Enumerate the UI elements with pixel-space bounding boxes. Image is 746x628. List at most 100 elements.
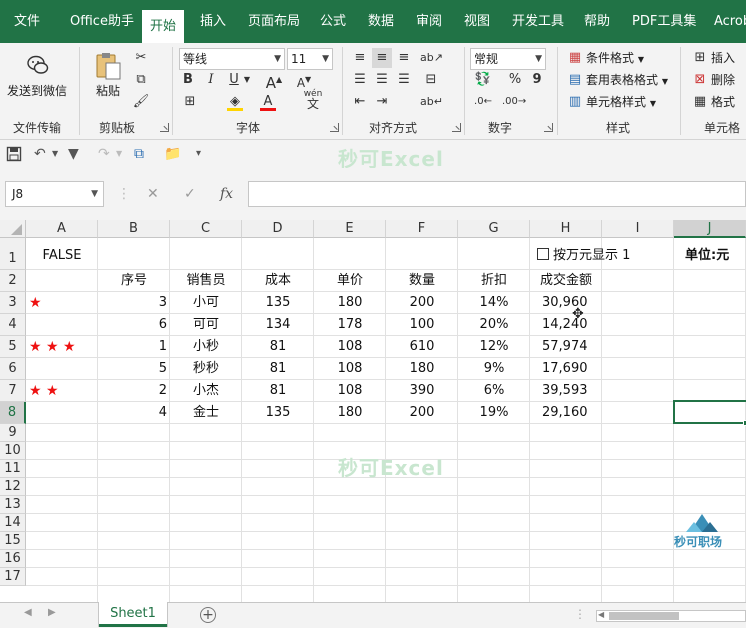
row-header-10[interactable]: 10	[0, 442, 26, 460]
add-sheet-icon[interactable]: +	[200, 607, 216, 623]
chevron-down-icon[interactable]: ▼	[242, 70, 252, 90]
insert-function-button[interactable]: fx	[220, 181, 233, 207]
font-launcher-icon[interactable]	[330, 123, 339, 132]
tab-formulas[interactable]: 公式	[320, 0, 346, 43]
column-title-cell[interactable]: 序号	[98, 270, 170, 292]
font-size-select[interactable]: 11 ▼	[287, 48, 333, 70]
row-header-4[interactable]: 4	[0, 314, 26, 336]
cost-cell[interactable]: 81	[242, 380, 314, 402]
rating-stars-cell[interactable]: ★ ★	[26, 380, 98, 402]
seq-cell[interactable]: 2	[98, 380, 170, 402]
undo-icon[interactable]: ↶	[34, 144, 46, 164]
tab-office-assistant[interactable]: Office助手	[70, 0, 134, 43]
tab-data[interactable]: 数据	[368, 0, 394, 43]
align-top-icon[interactable]: ≡	[351, 48, 369, 68]
comma-style-button[interactable]: 9	[530, 70, 544, 90]
horizontal-scrollbar-thumb[interactable]	[609, 612, 679, 620]
column-header-b[interactable]: B	[98, 220, 170, 238]
cut-icon[interactable]: ✂	[131, 48, 151, 68]
rating-stars-cell[interactable]: ★	[26, 292, 98, 314]
cost-cell[interactable]: 135	[242, 292, 314, 314]
cancel-formula-button[interactable]: ✕	[147, 181, 159, 207]
tab-file[interactable]: 文件	[14, 0, 40, 43]
price-cell[interactable]: 108	[314, 358, 386, 380]
percent-button[interactable]: %	[506, 70, 524, 90]
tab-acrobat[interactable]: Acrob	[714, 0, 746, 43]
salesperson-cell[interactable]: 可可	[170, 314, 242, 336]
conditional-format-icon[interactable]: ▦	[566, 48, 584, 68]
cost-cell[interactable]: 135	[242, 402, 314, 424]
column-header-f[interactable]: F	[386, 220, 458, 238]
salesperson-cell[interactable]: 小杰	[170, 380, 242, 402]
phonetic-icon[interactable]: wén 文	[302, 89, 324, 111]
column-header-g[interactable]: G	[458, 220, 530, 238]
clipboard-launcher-icon[interactable]	[160, 123, 169, 132]
enter-formula-button[interactable]: ✓	[184, 181, 196, 207]
seq-cell[interactable]: 1	[98, 336, 170, 358]
amount-cell[interactable]: 14,240	[530, 314, 602, 336]
column-header-h[interactable]: H	[530, 220, 602, 238]
amount-cell[interactable]: 29,160	[530, 402, 602, 424]
copy-icon[interactable]: ⧉	[131, 70, 151, 90]
open-folder-icon[interactable]: 📁	[164, 144, 181, 164]
column-header-a[interactable]: A	[26, 220, 98, 238]
border-icon[interactable]: ⊞	[181, 92, 199, 112]
row-header-17[interactable]: 17	[0, 568, 26, 586]
align-right-icon[interactable]: ☰	[395, 70, 413, 90]
row-header-9[interactable]: 9	[0, 424, 26, 442]
active-cell-selection[interactable]	[673, 400, 746, 424]
wrap-text-icon[interactable]: ab↵	[420, 92, 443, 112]
quantity-cell[interactable]: 100	[386, 314, 458, 336]
format-painter-icon[interactable]: 🖌	[131, 92, 151, 112]
delete-cells-button[interactable]: 删除	[711, 70, 735, 90]
increase-decimal-icon[interactable]: .0←	[472, 92, 494, 112]
column-title-cell[interactable]: 成交金额	[530, 270, 602, 292]
chevron-down-icon[interactable]: ▼	[52, 144, 58, 164]
amount-cell[interactable]: 17,690	[530, 358, 602, 380]
cost-cell[interactable]: 81	[242, 336, 314, 358]
send-to-wechat-button[interactable]: 发送到微信	[7, 82, 67, 99]
price-cell[interactable]: 108	[314, 336, 386, 358]
column-title-cell[interactable]: 数量	[386, 270, 458, 292]
row-header-7[interactable]: 7	[0, 380, 26, 402]
tab-help[interactable]: 帮助	[584, 0, 610, 43]
row-header-3[interactable]: 3	[0, 292, 26, 314]
chevron-down-icon[interactable]: ▼	[116, 144, 122, 164]
quantity-cell[interactable]: 390	[386, 380, 458, 402]
cell-styles-button[interactable]: 单元格样式 ▼	[586, 92, 656, 112]
table-format-icon[interactable]: ▤	[566, 70, 584, 90]
alignment-launcher-icon[interactable]	[452, 123, 461, 132]
quantity-cell[interactable]: 200	[386, 402, 458, 424]
screenshot-icon[interactable]: ⧉	[134, 144, 144, 164]
column-header-d[interactable]: D	[242, 220, 314, 238]
italic-button[interactable]: I	[204, 70, 218, 90]
row-header-5[interactable]: 5	[0, 336, 26, 358]
worksheet-grid[interactable]: ABCDEFGHIJ 1 2 3 4 5 6 7 8 9 10 11 12 13 14 15 16 17 FAL…	[0, 220, 746, 602]
format-cells-icon[interactable]: ▦	[691, 92, 709, 112]
amount-cell[interactable]: 30,960	[530, 292, 602, 314]
salesperson-cell[interactable]: 小可	[170, 292, 242, 314]
column-header-c[interactable]: C	[170, 220, 242, 238]
column-header-j[interactable]: J	[674, 220, 746, 238]
seq-cell[interactable]: 4	[98, 402, 170, 424]
quantity-cell[interactable]: 180	[386, 358, 458, 380]
increase-indent-icon[interactable]: ⇥	[372, 92, 392, 112]
save-icon[interactable]	[6, 144, 22, 164]
discount-cell[interactable]: 20%	[458, 314, 530, 336]
conditional-format-button[interactable]: 条件格式 ▼	[586, 48, 644, 68]
align-center-icon[interactable]: ☰	[372, 70, 392, 90]
decrease-decimal-icon[interactable]: .00→	[502, 92, 526, 112]
tab-home[interactable]: 开始	[142, 10, 185, 43]
column-header-i[interactable]: I	[602, 220, 674, 238]
font-color-icon[interactable]: A	[259, 92, 277, 112]
fill-color-icon[interactable]: ◈	[226, 92, 244, 112]
discount-cell[interactable]: 19%	[458, 402, 530, 424]
select-all-button[interactable]	[0, 220, 26, 238]
sheet-tab-sheet1[interactable]: Sheet1	[99, 602, 167, 627]
discount-cell[interactable]: 9%	[458, 358, 530, 380]
cost-cell[interactable]: 134	[242, 314, 314, 336]
seq-cell[interactable]: 6	[98, 314, 170, 336]
paste-icon[interactable]	[94, 51, 122, 81]
row-header-2[interactable]: 2	[0, 270, 26, 292]
name-box[interactable]: J8 ▼	[5, 181, 104, 207]
